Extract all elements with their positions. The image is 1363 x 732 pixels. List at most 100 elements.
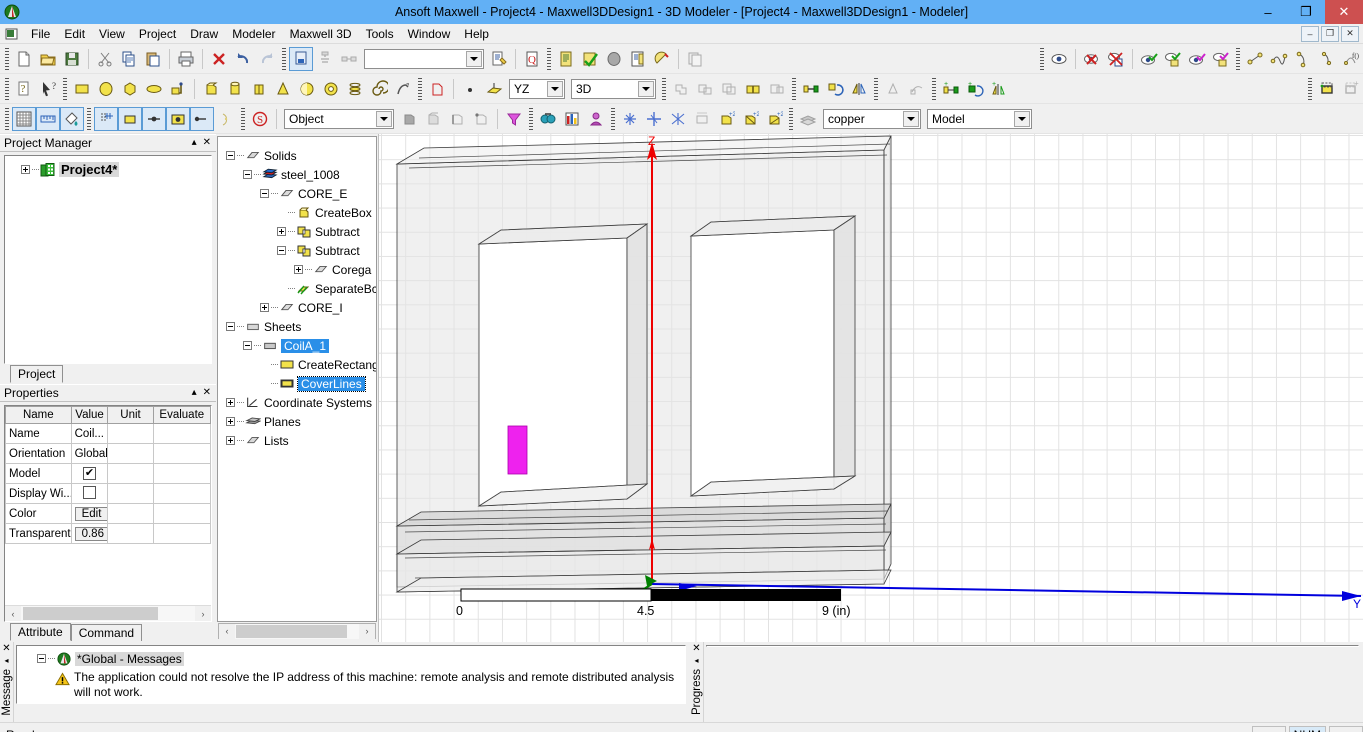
mesh-refine-icon[interactable]: +2: [714, 107, 738, 131]
intersect-icon[interactable]: [717, 77, 741, 101]
drawing-mode-combo[interactable]: 3D: [571, 79, 656, 99]
message-root-row[interactable]: *Global - Messages: [21, 649, 681, 668]
draw-spiral-icon[interactable]: [367, 77, 391, 101]
draw-rectangle-icon[interactable]: [70, 77, 94, 101]
model-tree-item-label[interactable]: steel_1008: [281, 168, 340, 182]
grid-plane-combo[interactable]: YZ: [509, 79, 565, 99]
model-tree-item-label[interactable]: CORE_E: [298, 187, 347, 201]
mdi-restore-icon[interactable]: ❐: [1321, 26, 1339, 42]
model-tree-item-lists[interactable]: Lists: [220, 431, 376, 450]
toolbar-grip[interactable]: [662, 78, 666, 100]
solution-data-icon[interactable]: [554, 47, 578, 71]
collapse-icon[interactable]: [226, 151, 235, 160]
material-combo[interactable]: copper: [823, 109, 921, 129]
expand-icon[interactable]: [260, 303, 269, 312]
edit-notes-icon[interactable]: [487, 47, 511, 71]
snap-to-arc-center-icon[interactable]: [190, 107, 214, 131]
draw-regular-polyhedron-icon[interactable]: [247, 77, 271, 101]
help-context-icon[interactable]: ?: [12, 77, 36, 101]
model-tree-item-label[interactable]: CoverLines: [298, 377, 365, 391]
toolbar-grip[interactable]: [547, 48, 551, 70]
validation-check-icon[interactable]: [578, 47, 602, 71]
model-tree-item-subtract[interactable]: Subtract: [220, 222, 376, 241]
imprint-icon[interactable]: [765, 77, 789, 101]
table-row[interactable]: Model ✔: [6, 464, 211, 484]
model-tree-item-steel-1008[interactable]: steel_1008: [220, 165, 376, 184]
table-row[interactable]: Name Coil...: [6, 424, 211, 444]
toolbar-grip[interactable]: [789, 108, 793, 130]
model-tree-item-sheets[interactable]: Sheets: [220, 317, 376, 336]
scroll-left-icon[interactable]: ‹: [5, 606, 21, 621]
properties-close-icon[interactable]: ✕: [203, 388, 211, 398]
model-tree-item-label[interactable]: Subtract: [315, 225, 360, 239]
prop-color-value[interactable]: Edit: [71, 504, 108, 524]
snap-to-grid-icon[interactable]: [94, 107, 118, 131]
expand-icon[interactable]: [294, 265, 303, 274]
window-minimize-button[interactable]: –: [1249, 0, 1287, 24]
optimetrics-icon[interactable]: [650, 47, 674, 71]
view-eye-icon[interactable]: [1047, 47, 1071, 71]
expand-icon[interactable]: [21, 165, 30, 174]
message-list[interactable]: *Global - Messages The application could…: [16, 645, 686, 704]
show-hidden-all-icon[interactable]: [1209, 47, 1233, 71]
expand-icon[interactable]: [277, 227, 286, 236]
open-icon[interactable]: [36, 47, 60, 71]
tab-attribute[interactable]: Attribute: [10, 623, 71, 641]
menu-edit[interactable]: Edit: [57, 25, 92, 43]
save-icon[interactable]: [60, 47, 84, 71]
menu-view[interactable]: View: [92, 25, 132, 43]
analyze-all-icon[interactable]: [313, 47, 337, 71]
prop-display-wireframe-value[interactable]: [71, 484, 108, 504]
draw-ellipse-icon[interactable]: [142, 77, 166, 101]
toolbar-grip[interactable]: [5, 108, 9, 130]
chevron-down-icon[interactable]: [376, 111, 392, 127]
chevron-down-icon[interactable]: [903, 111, 919, 127]
draw-center-arc-icon[interactable]: [1315, 47, 1339, 71]
draw-plane-icon[interactable]: [482, 77, 506, 101]
model-tree-item-coverlines[interactable]: CoverLines: [220, 374, 376, 393]
model-tree-item-label[interactable]: SeparateBc: [315, 282, 377, 296]
scroll-track[interactable]: [21, 606, 195, 621]
toolbar-grip[interactable]: [1236, 48, 1240, 70]
snap-to-edge-center-icon[interactable]: [142, 107, 166, 131]
project-tree[interactable]: Project4*: [4, 155, 212, 364]
model-tree-item-corega[interactable]: Corega: [220, 260, 376, 279]
draw-helix-icon[interactable]: [343, 77, 367, 101]
select-face-icon[interactable]: [421, 107, 445, 131]
collapse-icon[interactable]: [226, 322, 235, 331]
toolbar-grip[interactable]: [932, 78, 936, 100]
draw-polyline-icon[interactable]: [166, 77, 190, 101]
draw-cylinder-icon[interactable]: [223, 77, 247, 101]
message-panel-pin-icon[interactable]: ◂: [4, 656, 8, 665]
mesh-plot-icon[interactable]: [690, 107, 714, 131]
draw-bondwire-icon[interactable]: [391, 77, 415, 101]
progress-content[interactable]: [706, 645, 1359, 647]
move-icon[interactable]: [799, 77, 823, 101]
analyze-setup-icon[interactable]: [337, 47, 361, 71]
boundary-icon[interactable]: [584, 107, 608, 131]
toolbar-grip[interactable]: [529, 108, 533, 130]
help-pointer-icon[interactable]: ?: [36, 77, 60, 101]
draw-torus-icon[interactable]: [319, 77, 343, 101]
select-edge-icon[interactable]: [445, 107, 469, 131]
show-all-icon[interactable]: [1161, 47, 1185, 71]
menu-project[interactable]: Project: [132, 25, 183, 43]
model-tree-item-label[interactable]: Coordinate Systems: [264, 396, 372, 410]
table-row[interactable]: Color Edit: [6, 504, 211, 524]
expand-icon[interactable]: [226, 417, 235, 426]
toolbar-grip[interactable]: [63, 78, 67, 100]
model-tree-item-coordinate-systems[interactable]: Coordinate Systems: [220, 393, 376, 412]
draw-box-icon[interactable]: [199, 77, 223, 101]
report-icon[interactable]: [626, 47, 650, 71]
menu-file[interactable]: File: [24, 25, 57, 43]
col-evaluated[interactable]: Evaluate: [153, 407, 210, 424]
message-panel-close-icon[interactable]: ✕: [2, 644, 10, 654]
table-row[interactable]: Orientation Global: [6, 444, 211, 464]
draw-sphere-icon[interactable]: [295, 77, 319, 101]
draw-arc-icon[interactable]: [1291, 47, 1315, 71]
toolbar-grip[interactable]: [5, 78, 9, 100]
menu-modeler[interactable]: Modeler: [225, 25, 282, 43]
menu-maxwell-3d[interactable]: Maxwell 3D: [283, 25, 359, 43]
color-edit-button[interactable]: Edit: [75, 507, 108, 521]
window-restore-button[interactable]: ❐: [1287, 0, 1325, 24]
